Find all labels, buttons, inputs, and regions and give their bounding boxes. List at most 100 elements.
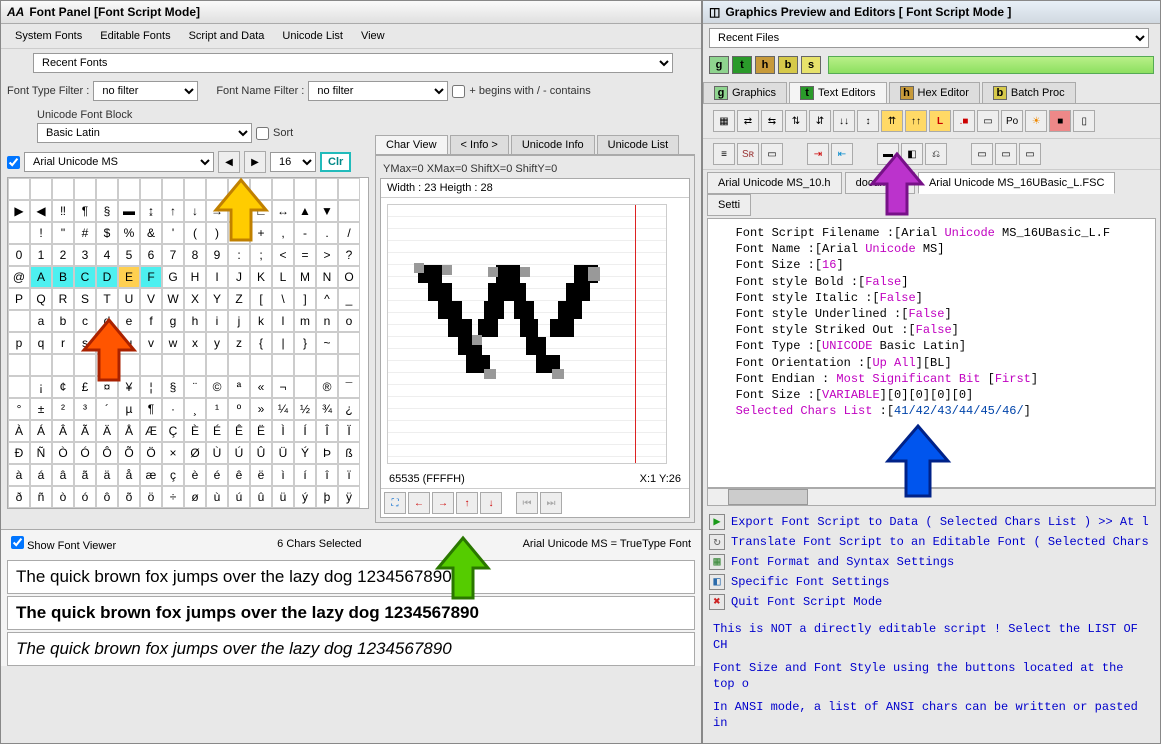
char-cell[interactable]: ▼ — [316, 200, 338, 222]
filetab-3[interactable]: Arial Unicode MS_16UBasic_L.FSC — [918, 172, 1115, 194]
char-cell[interactable]: æ — [140, 464, 162, 486]
char-cell[interactable] — [294, 354, 316, 376]
char-cell[interactable] — [316, 354, 338, 376]
char-cell[interactable]: ¯ — [338, 376, 360, 398]
char-cell[interactable]: ö — [140, 486, 162, 508]
editor-tab-text-editors[interactable]: tText Editors — [789, 82, 886, 103]
char-cell[interactable]: ½ — [294, 398, 316, 420]
char-cell[interactable] — [8, 354, 30, 376]
tool-red[interactable]: ■ — [1049, 110, 1071, 132]
char-cell[interactable] — [140, 178, 162, 200]
char-cell[interactable]: å — [118, 464, 140, 486]
char-cell[interactable]: Í — [294, 420, 316, 442]
char-cell[interactable]: C — [74, 266, 96, 288]
char-cell[interactable]: ¶ — [74, 200, 96, 222]
char-cell[interactable] — [96, 178, 118, 200]
char-cell[interactable]: ; — [250, 244, 272, 266]
char-cell[interactable]: î — [316, 464, 338, 486]
char-cell[interactable]: H — [184, 266, 206, 288]
char-cell[interactable]: ë — [250, 464, 272, 486]
char-cell[interactable]: P — [8, 288, 30, 310]
char-cell[interactable]: ä — [96, 464, 118, 486]
char-cell[interactable]: b — [52, 310, 74, 332]
color-btn-s[interactable]: s — [801, 56, 821, 74]
char-cell[interactable]: > — [316, 244, 338, 266]
char-cell[interactable]: I — [206, 266, 228, 288]
char-cell[interactable]: ô — [96, 486, 118, 508]
char-cell[interactable]: À — [8, 420, 30, 442]
char-cell[interactable]: } — [294, 332, 316, 354]
nav-left[interactable]: ← — [408, 492, 430, 514]
char-cell[interactable]: Ù — [206, 442, 228, 464]
char-cell[interactable]: Ì — [272, 420, 294, 442]
char-cell[interactable]: £ — [74, 376, 96, 398]
char-cell[interactable]: - — [294, 222, 316, 244]
tool2-c2[interactable]: ◧ — [901, 143, 923, 165]
tab-unicode-info[interactable]: Unicode Info — [511, 135, 595, 154]
char-cell[interactable]: ÿ — [338, 486, 360, 508]
filetab-1[interactable]: Arial Unicode MS_10.h — [707, 172, 842, 194]
action-link-4[interactable]: ✖Quit Font Script Mode — [709, 592, 1154, 612]
color-btn-b[interactable]: b — [778, 56, 798, 74]
char-cell[interactable]: 2 — [52, 244, 74, 266]
char-cell[interactable]: @ — [8, 266, 30, 288]
char-cell[interactable] — [184, 354, 206, 376]
char-cell[interactable]: M — [294, 266, 316, 288]
char-cell[interactable] — [52, 354, 74, 376]
char-cell[interactable] — [30, 178, 52, 200]
editor-tab-graphics[interactable]: gGraphics — [703, 82, 787, 103]
recent-fonts-select[interactable]: Recent Fonts — [33, 53, 673, 73]
unicode-block-select[interactable]: Basic Latin — [37, 123, 252, 143]
char-cell[interactable] — [294, 178, 316, 200]
char-cell[interactable]: ] — [294, 288, 316, 310]
char-cell[interactable]: m — [294, 310, 316, 332]
char-cell[interactable]: µ — [118, 398, 140, 420]
char-cell[interactable] — [206, 354, 228, 376]
char-cell[interactable]: B — [52, 266, 74, 288]
char-cell[interactable]: ! — [30, 222, 52, 244]
nav-down[interactable]: ↓ — [480, 492, 502, 514]
menu-unicode-list[interactable]: Unicode List — [274, 27, 351, 45]
char-cell[interactable]: 7 — [162, 244, 184, 266]
char-cell[interactable]: ¹ — [206, 398, 228, 420]
char-cell[interactable]: Á — [30, 420, 52, 442]
char-cell[interactable]: U — [118, 288, 140, 310]
tool2-d1[interactable]: ▭ — [971, 143, 993, 165]
char-cell[interactable]: þ — [316, 486, 338, 508]
char-cell[interactable]: ð — [8, 486, 30, 508]
tool-b1[interactable]: ▭ — [977, 110, 999, 132]
font-type-filter[interactable]: no filter — [93, 81, 198, 101]
char-cell[interactable] — [118, 354, 140, 376]
char-cell[interactable]: z — [228, 332, 250, 354]
tool-a3[interactable]: ⇅ — [785, 110, 807, 132]
action-link-3[interactable]: ◧Specific Font Settings — [709, 572, 1154, 592]
char-cell[interactable]: Ï — [338, 420, 360, 442]
char-cell[interactable] — [162, 178, 184, 200]
char-cell[interactable]: Ò — [52, 442, 74, 464]
tool-a7[interactable]: ⇈ — [881, 110, 903, 132]
char-cell[interactable]: Þ — [316, 442, 338, 464]
editor-tab-hex-editor[interactable]: hHex Editor — [889, 82, 980, 103]
char-cell[interactable]: G — [162, 266, 184, 288]
char-cell[interactable] — [96, 354, 118, 376]
tool2-menu-icon[interactable]: ≡ — [713, 143, 735, 165]
tool2-box[interactable]: ▭ — [761, 143, 783, 165]
char-cell[interactable]: , — [272, 222, 294, 244]
next-btn[interactable]: ▶ — [244, 151, 266, 173]
char-cell[interactable]: È — [184, 420, 206, 442]
char-cell[interactable]: ¤ — [96, 376, 118, 398]
char-cell[interactable]: · — [162, 398, 184, 420]
char-cell[interactable]: ¬ — [272, 376, 294, 398]
font-enable-checkbox[interactable] — [7, 156, 20, 169]
char-cell[interactable]: F — [140, 266, 162, 288]
char-cell[interactable]: ­ — [294, 376, 316, 398]
char-cell[interactable]: i — [206, 310, 228, 332]
char-cell[interactable]: Ä — [96, 420, 118, 442]
tool2-c3[interactable]: ⎌ — [925, 143, 947, 165]
char-cell[interactable]: ° — [8, 398, 30, 420]
char-cell[interactable]: ' — [162, 222, 184, 244]
char-cell[interactable]: y — [206, 332, 228, 354]
char-cell[interactable]: Ç — [162, 420, 184, 442]
char-cell[interactable]: ý — [294, 486, 316, 508]
char-cell[interactable]: q — [30, 332, 52, 354]
